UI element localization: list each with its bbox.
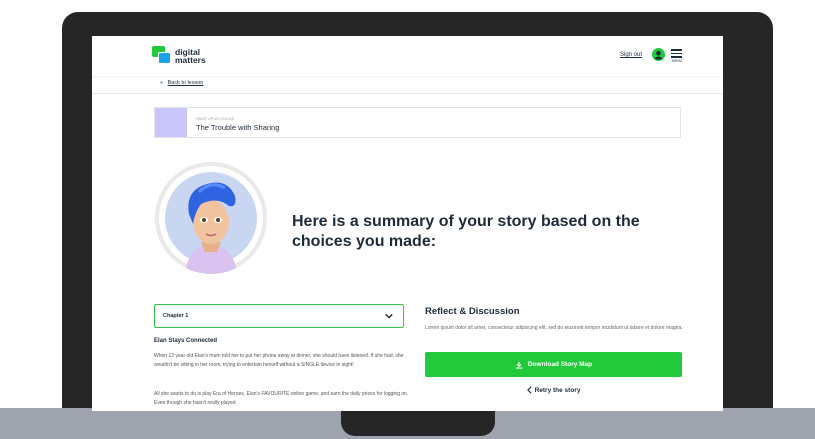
laptop-screen: digital matters Sign out MENU « Back to … (92, 36, 723, 411)
story-card: ONCE UPON ONLINE The Trouble with Sharin… (154, 107, 681, 138)
sign-out-link[interactable]: Sign out (620, 52, 642, 58)
reflect-text: Lorem ipsum dolor sit amet, consectetur … (425, 325, 683, 331)
character-avatar (155, 162, 267, 274)
back-arrow-icon: « (160, 80, 164, 86)
character-illustration (159, 166, 263, 274)
reflect-heading: Reflect & Discussion (425, 306, 520, 317)
header-divider (92, 93, 723, 94)
summary-heading: Here is a summary of your story based on… (292, 213, 640, 250)
story-subtitle: ONCE UPON ONLINE (196, 117, 235, 121)
download-story-map-button[interactable]: Download Story Map (425, 352, 682, 377)
chapter-paragraph-1: When 13 year old Elan's mum told her to … (154, 353, 404, 368)
menu-button[interactable]: MENU (670, 47, 684, 65)
hamburger-menu-icon (671, 49, 682, 51)
back-to-lesson-link[interactable]: « Back to lesson (160, 80, 203, 86)
download-label: Download Story Map (527, 361, 593, 368)
chevron-left-icon (526, 386, 532, 394)
story-title: The Trouble with Sharing (196, 123, 280, 132)
chapter-dropdown[interactable]: Chapter 1 (154, 304, 404, 328)
chapter-dropdown-value: Chapter 1 (163, 313, 189, 319)
story-thumbnail (155, 108, 187, 137)
download-icon (515, 361, 523, 369)
user-circle-icon[interactable] (652, 48, 665, 61)
site-header: digital matters Sign out MENU (92, 36, 723, 76)
logo-text: digital matters (175, 47, 206, 65)
retry-story-link[interactable]: Retry the story (425, 383, 682, 397)
laptop-notch (341, 408, 495, 436)
back-to-lesson-label: Back to lesson (167, 80, 204, 86)
menu-label: MENU (671, 58, 683, 63)
chapter-title: Elan Stays Connected (154, 338, 218, 344)
chapter-paragraph-2: All she wants to do is play Era of Heroe… (154, 391, 409, 406)
chevron-down-icon (385, 313, 393, 319)
site-logo[interactable]: digital matters (152, 46, 206, 66)
retry-label: Retry the story (534, 386, 581, 394)
logo-icon (152, 46, 172, 66)
